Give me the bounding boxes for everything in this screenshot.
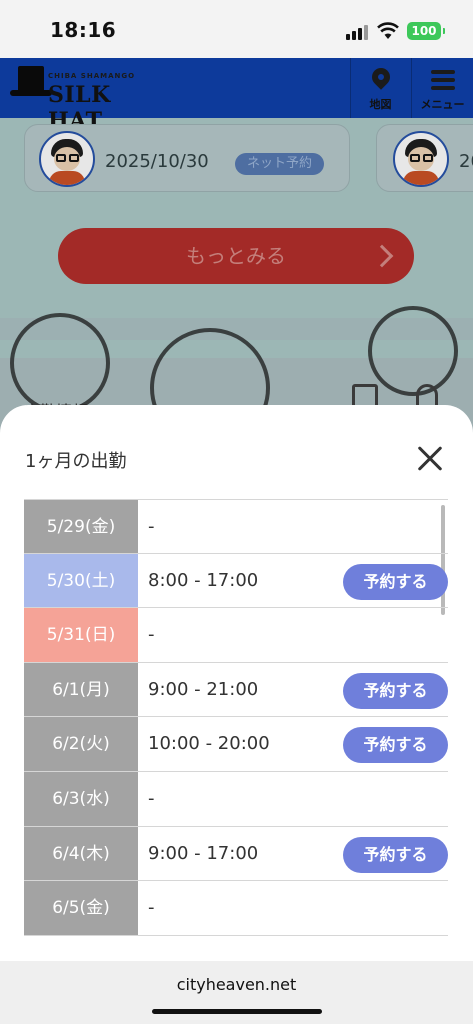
schedule-row: 5/30(土) 8:00 - 17:00 予約する xyxy=(24,553,448,609)
chevron-right-icon xyxy=(370,244,394,268)
logo-subtitle: CHIBA SHAMANGO xyxy=(48,72,136,80)
avatar xyxy=(39,131,95,187)
hours-cell: - xyxy=(148,897,155,919)
day-cell: 6/5(金) xyxy=(24,881,138,935)
net-reservation-badge: ネット予約 xyxy=(235,153,325,175)
review-date: 2025/10/30 xyxy=(105,151,209,172)
reserve-button[interactable]: 予約する xyxy=(343,727,448,764)
site-logo[interactable]: CHIBA SHAMANGO SILK HAT xyxy=(8,62,138,134)
hours-cell: 10:00 - 20:00 xyxy=(148,733,270,755)
menu-button[interactable]: メニュー xyxy=(411,58,473,118)
wifi-icon xyxy=(377,22,399,39)
url-text: cityheaven.net xyxy=(176,975,297,994)
menu-label: メニュー xyxy=(420,98,465,111)
day-cell: 5/30(土) xyxy=(24,553,138,608)
status-time: 18:16 xyxy=(50,18,117,42)
map-pin-icon xyxy=(368,64,394,90)
signal-icon xyxy=(346,24,370,40)
day-cell: 6/1(月) xyxy=(24,662,138,717)
map-label: 地図 xyxy=(369,98,392,111)
map-button[interactable]: 地図 xyxy=(350,58,410,118)
hours-cell: 9:00 - 17:00 xyxy=(148,842,259,864)
avatar xyxy=(393,131,449,187)
battery-icon: 100 xyxy=(407,22,445,40)
schedule-row: 6/5(金) - xyxy=(24,881,448,936)
hours-cell: - xyxy=(148,624,155,646)
hamburger-icon xyxy=(431,70,455,90)
schedule-row: 6/1(月) 9:00 - 21:00 予約する xyxy=(24,662,448,718)
schedule-table: 5/29(金) -5/30(土) 8:00 - 17:00 予約する 5/31(日) -6… xyxy=(24,499,448,936)
day-cell: 5/31(日) xyxy=(24,608,138,662)
review-card: 20 xyxy=(376,124,473,192)
reserve-button[interactable]: 予約する xyxy=(343,672,448,709)
hours-cell: 8:00 - 17:00 xyxy=(148,569,259,591)
schedule-row: 5/29(金) - xyxy=(24,499,448,554)
schedule-modal: 1ヶ月の出勤 5/29(金) -5/30(土) 8:00 - 17:00 予約する 5/… xyxy=(0,405,473,961)
schedule-row: 6/2(火) 10:00 - 20:00 予約する xyxy=(24,717,448,772)
schedule-row: 6/3(水) - xyxy=(24,771,448,827)
browser-url-bar[interactable]: cityheaven.net xyxy=(0,961,473,1024)
reserve-button[interactable]: 予約する xyxy=(343,563,448,600)
home-indicator[interactable] xyxy=(152,1009,322,1014)
review-date-partial: 20 xyxy=(459,151,473,172)
hours-cell: - xyxy=(148,787,155,809)
day-cell: 6/2(火) xyxy=(24,717,138,771)
schedule-row: 6/4(木) 9:00 - 17:00 予約する xyxy=(24,826,448,882)
review-card: 2025/10/30 ネット予約 xyxy=(24,124,350,192)
more-button[interactable]: もっとみる xyxy=(58,228,414,284)
hours-cell: - xyxy=(148,516,155,537)
status-bar: 18:16 100 xyxy=(0,0,473,58)
hours-cell: 9:00 - 21:00 xyxy=(148,678,259,700)
schedule-row: 5/31(日) - xyxy=(24,608,448,663)
modal-title: 1ヶ月の出勤 xyxy=(25,451,127,472)
day-cell: 6/3(水) xyxy=(24,771,138,826)
close-icon[interactable] xyxy=(408,437,452,481)
day-cell: 6/4(木) xyxy=(24,826,138,881)
hat-icon xyxy=(18,66,44,92)
site-header: CHIBA SHAMANGO SILK HAT 地図 メニュー xyxy=(0,58,473,134)
more-button-label: もっとみる xyxy=(186,244,286,268)
day-cell: 5/29(金) xyxy=(24,500,138,553)
reserve-button[interactable]: 予約する xyxy=(343,836,448,873)
